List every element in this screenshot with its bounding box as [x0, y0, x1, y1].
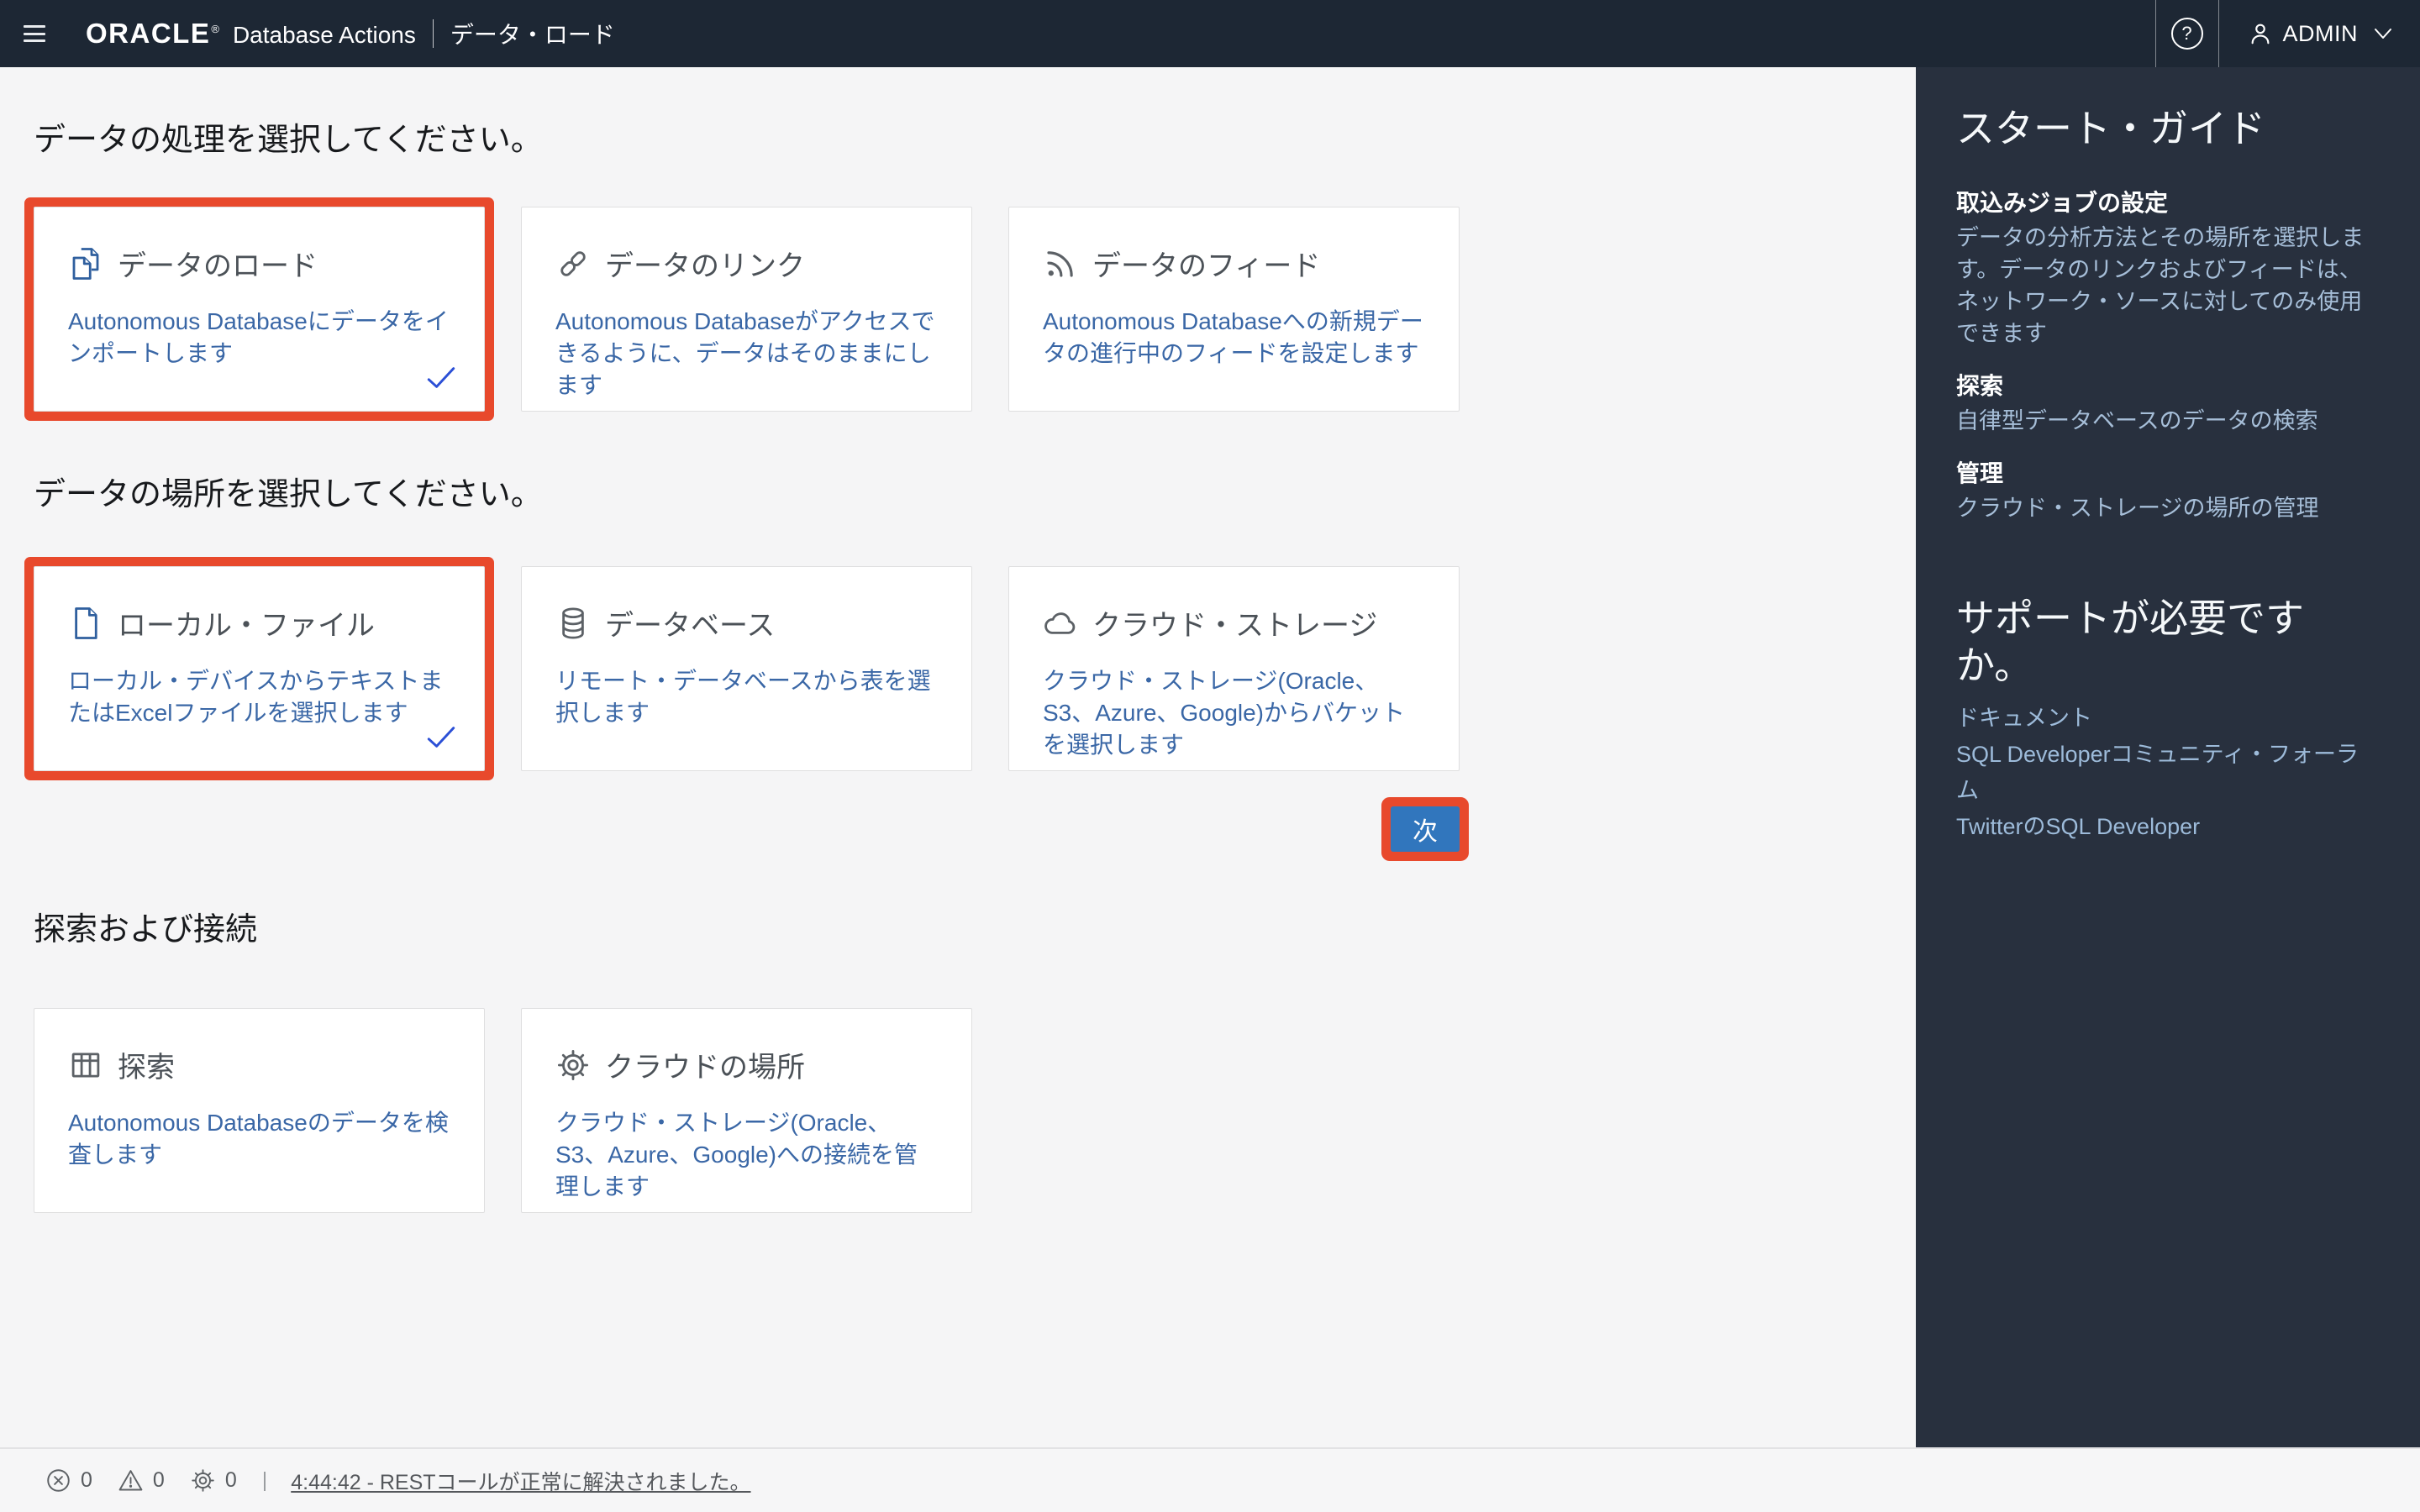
location-card-row: ローカル・ファイル ローカル・デバイスからテキストまたはExcelファイルを選択… — [34, 566, 1460, 771]
status-separator: | — [262, 1468, 268, 1493]
app-name: Database Actions — [233, 22, 416, 49]
database-icon — [555, 606, 591, 641]
community-forum-link[interactable]: SQL Developerコミュニティ・フォーラム — [1956, 737, 2380, 809]
chevron-down-icon — [2373, 27, 2393, 40]
card-database[interactable]: データベース リモート・データベースから表を選択します — [521, 566, 972, 771]
table-icon — [68, 1047, 103, 1083]
gear-icon — [190, 1467, 216, 1494]
card-title: ローカル・ファイル — [118, 602, 375, 643]
guide-section-body: データの分析方法とその場所を選択します。データのリンクおよびフィードは、ネットワ… — [1956, 222, 2380, 349]
guide-section-body: クラウド・ストレージの場所の管理 — [1956, 492, 2380, 524]
section-title-process: データの処理を選択してください。 — [34, 121, 1882, 160]
check-icon — [425, 724, 457, 750]
card-description: Autonomous Databaseにデータをインポートします — [68, 306, 452, 370]
guide-section-heading: 探索 — [1956, 371, 2380, 402]
card-data-load[interactable]: データのロード Autonomous Databaseにデータをインポートします — [34, 207, 485, 412]
oracle-logo: ORACLE — [86, 18, 210, 50]
explore-card-row: 探索 Autonomous Databaseのデータを検査します クラウドの場所… — [34, 1008, 1460, 1213]
card-data-feed[interactable]: データのフィード Autonomous Databaseへの新規データの進行中の… — [1008, 207, 1460, 412]
card-title: クラウドの場所 — [605, 1044, 805, 1085]
process-counter[interactable]: 0 — [190, 1467, 237, 1494]
error-count: 0 — [81, 1468, 92, 1493]
card-description: Autonomous Databaseがアクセスできるように、データはそのままに… — [555, 306, 939, 402]
warning-count: 0 — [153, 1468, 165, 1493]
documentation-link[interactable]: ドキュメント — [1956, 701, 2380, 737]
feed-icon — [1043, 246, 1078, 281]
card-title: クラウド・ストレージ — [1092, 602, 1377, 643]
guide-section-explore: 探索 自律型データベースのデータの検索 — [1956, 371, 2380, 437]
support-title: サポートが必要ですか。 — [1956, 595, 2380, 689]
card-title: データのリンク — [605, 243, 805, 284]
guide-section-manage: 管理 クラウド・ストレージの場所の管理 — [1956, 459, 2380, 524]
card-local-file[interactable]: ローカル・ファイル ローカル・デバイスからテキストまたはExcelファイルを選択… — [34, 566, 485, 771]
section-title-location: データの場所を選択してください。 — [34, 475, 1882, 514]
process-count: 0 — [225, 1468, 237, 1493]
warning-icon — [118, 1467, 144, 1494]
status-bar: 0 0 0 | 4:44:42 - RESTコールが正常に解決されました。 — [0, 1447, 2420, 1512]
card-description: ローカル・デバイスからテキストまたはExcelファイルを選択します — [68, 665, 452, 729]
start-guide-title: スタート・ガイド — [1956, 104, 2380, 153]
card-cloud-locations[interactable]: クラウドの場所 クラウド・ストレージ(Oracle、S3、Azure、Googl… — [521, 1008, 972, 1213]
hamburger-menu-icon[interactable] — [24, 25, 45, 42]
user-name: ADMIN — [2283, 21, 2359, 47]
guide-section-ingest: 取込みジョブの設定 データの分析方法とその場所を選択します。データのリンクおよび… — [1956, 188, 2380, 349]
error-counter[interactable]: 0 — [45, 1467, 92, 1494]
card-description: リモート・データベースから表を選択します — [555, 665, 939, 729]
status-message-link[interactable]: 4:44:42 - RESTコールが正常に解決されました。 — [291, 1466, 750, 1496]
brand: ORACLE® Database Actions — [86, 18, 416, 50]
card-description: Autonomous Databaseへの新規データの進行中のフィードを設定しま… — [1043, 306, 1427, 370]
registered-mark: ® — [211, 23, 219, 35]
process-card-row: データのロード Autonomous Databaseにデータをインポートします… — [34, 207, 1460, 412]
title-divider — [433, 19, 434, 48]
help-icon[interactable]: ? — [2171, 18, 2203, 50]
card-description: Autonomous Databaseのデータを検査します — [68, 1107, 452, 1171]
card-cloud-storage[interactable]: クラウド・ストレージ クラウド・ストレージ(Oracle、S3、Azure、Go… — [1008, 566, 1460, 771]
card-explore[interactable]: 探索 Autonomous Databaseのデータを検査します — [34, 1008, 485, 1213]
gear-icon — [555, 1047, 591, 1083]
card-title: 探索 — [118, 1044, 175, 1085]
cloud-icon — [1043, 606, 1078, 641]
start-guide-panel: スタート・ガイド 取込みジョブの設定 データの分析方法とその場所を選択します。デ… — [1916, 67, 2420, 1447]
user-menu[interactable]: ADMIN — [2219, 21, 2420, 47]
guide-section-body: 自律型データベースのデータの検索 — [1956, 405, 2380, 437]
error-icon — [45, 1467, 71, 1494]
card-title: データのフィード — [1092, 243, 1320, 284]
card-title: データベース — [605, 602, 775, 643]
guide-section-heading: 管理 — [1956, 459, 2380, 489]
card-title: データのロード — [118, 243, 318, 284]
link-icon — [555, 246, 591, 281]
check-icon — [425, 365, 457, 391]
copy-pages-icon — [68, 246, 103, 281]
next-button[interactable]: 次 — [1391, 806, 1460, 852]
twitter-link[interactable]: TwitterのSQL Developer — [1956, 809, 2380, 845]
main-content: データの処理を選択してください。 データのロード Autonomous Data… — [0, 67, 1916, 1447]
page-title: データ・ロード — [450, 17, 615, 50]
card-data-link[interactable]: データのリンク Autonomous Databaseがアクセスできるように、デ… — [521, 207, 972, 412]
section-title-explore-connect: 探索および接続 — [34, 911, 1882, 949]
guide-section-heading: 取込みジョブの設定 — [1956, 188, 2380, 218]
app-header: ORACLE® Database Actions データ・ロード ? ADMIN — [0, 0, 2420, 67]
warning-counter[interactable]: 0 — [118, 1467, 165, 1494]
card-description: クラウド・ストレージ(Oracle、S3、Azure、Google)からバケット… — [1043, 665, 1427, 761]
card-description: クラウド・ストレージ(Oracle、S3、Azure、Google)への接続を管… — [555, 1107, 939, 1203]
file-icon — [68, 606, 103, 641]
person-icon — [2248, 21, 2273, 46]
